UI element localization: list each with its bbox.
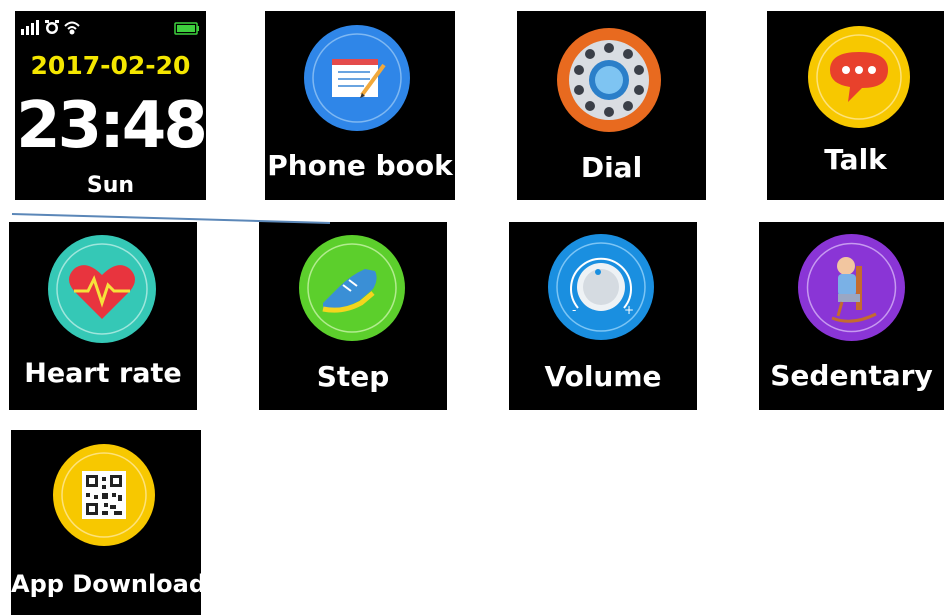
chat-bubble-icon: [808, 26, 910, 128]
app-label: Heart rate: [24, 358, 182, 389]
volume-knob-icon: - +: [548, 234, 654, 340]
app-label: Volume: [544, 360, 662, 393]
app-tile-dial[interactable]: Dial: [517, 11, 706, 200]
app-label: Sedentary: [770, 359, 933, 392]
time-display: 23:48: [16, 89, 206, 163]
app-label: Phone book: [267, 149, 453, 182]
app-label: Step: [316, 360, 390, 393]
rotary-dial-icon: [557, 28, 661, 132]
app-tile-app-download[interactable]: App Download: [11, 430, 201, 615]
qr-code-icon: [53, 444, 155, 546]
app-tile-phone-book[interactable]: Phone book: [265, 11, 455, 200]
app-tile-step[interactable]: Step: [259, 222, 447, 410]
phone-book-icon: [304, 25, 410, 131]
date-display: 2017-02-20: [30, 51, 191, 80]
wifi-icon: [64, 21, 80, 35]
svg-text:-: -: [572, 303, 576, 317]
app-tile-volume[interactable]: - + Volume: [509, 222, 697, 410]
alarm-clock-icon: [45, 20, 59, 34]
app-tile-talk[interactable]: Talk: [767, 11, 944, 200]
app-tile-sedentary[interactable]: Sedentary: [759, 222, 944, 410]
app-label: Talk: [824, 143, 887, 176]
day-display: Sun: [86, 173, 135, 198]
app-label: App Download: [11, 570, 201, 598]
battery-icon: [174, 22, 199, 35]
app-label: Dial: [580, 151, 643, 184]
status-bar: [21, 20, 199, 35]
signal-icon: [21, 20, 39, 35]
clock-screen: 2017-02-20 23:48 Sun: [15, 11, 206, 200]
sneaker-icon: [299, 235, 405, 341]
app-tile-heart-rate[interactable]: Heart rate: [9, 222, 197, 410]
heart-pulse-icon: [48, 235, 156, 343]
svg-text:+: +: [624, 303, 634, 317]
rocking-chair-icon: [798, 234, 905, 341]
